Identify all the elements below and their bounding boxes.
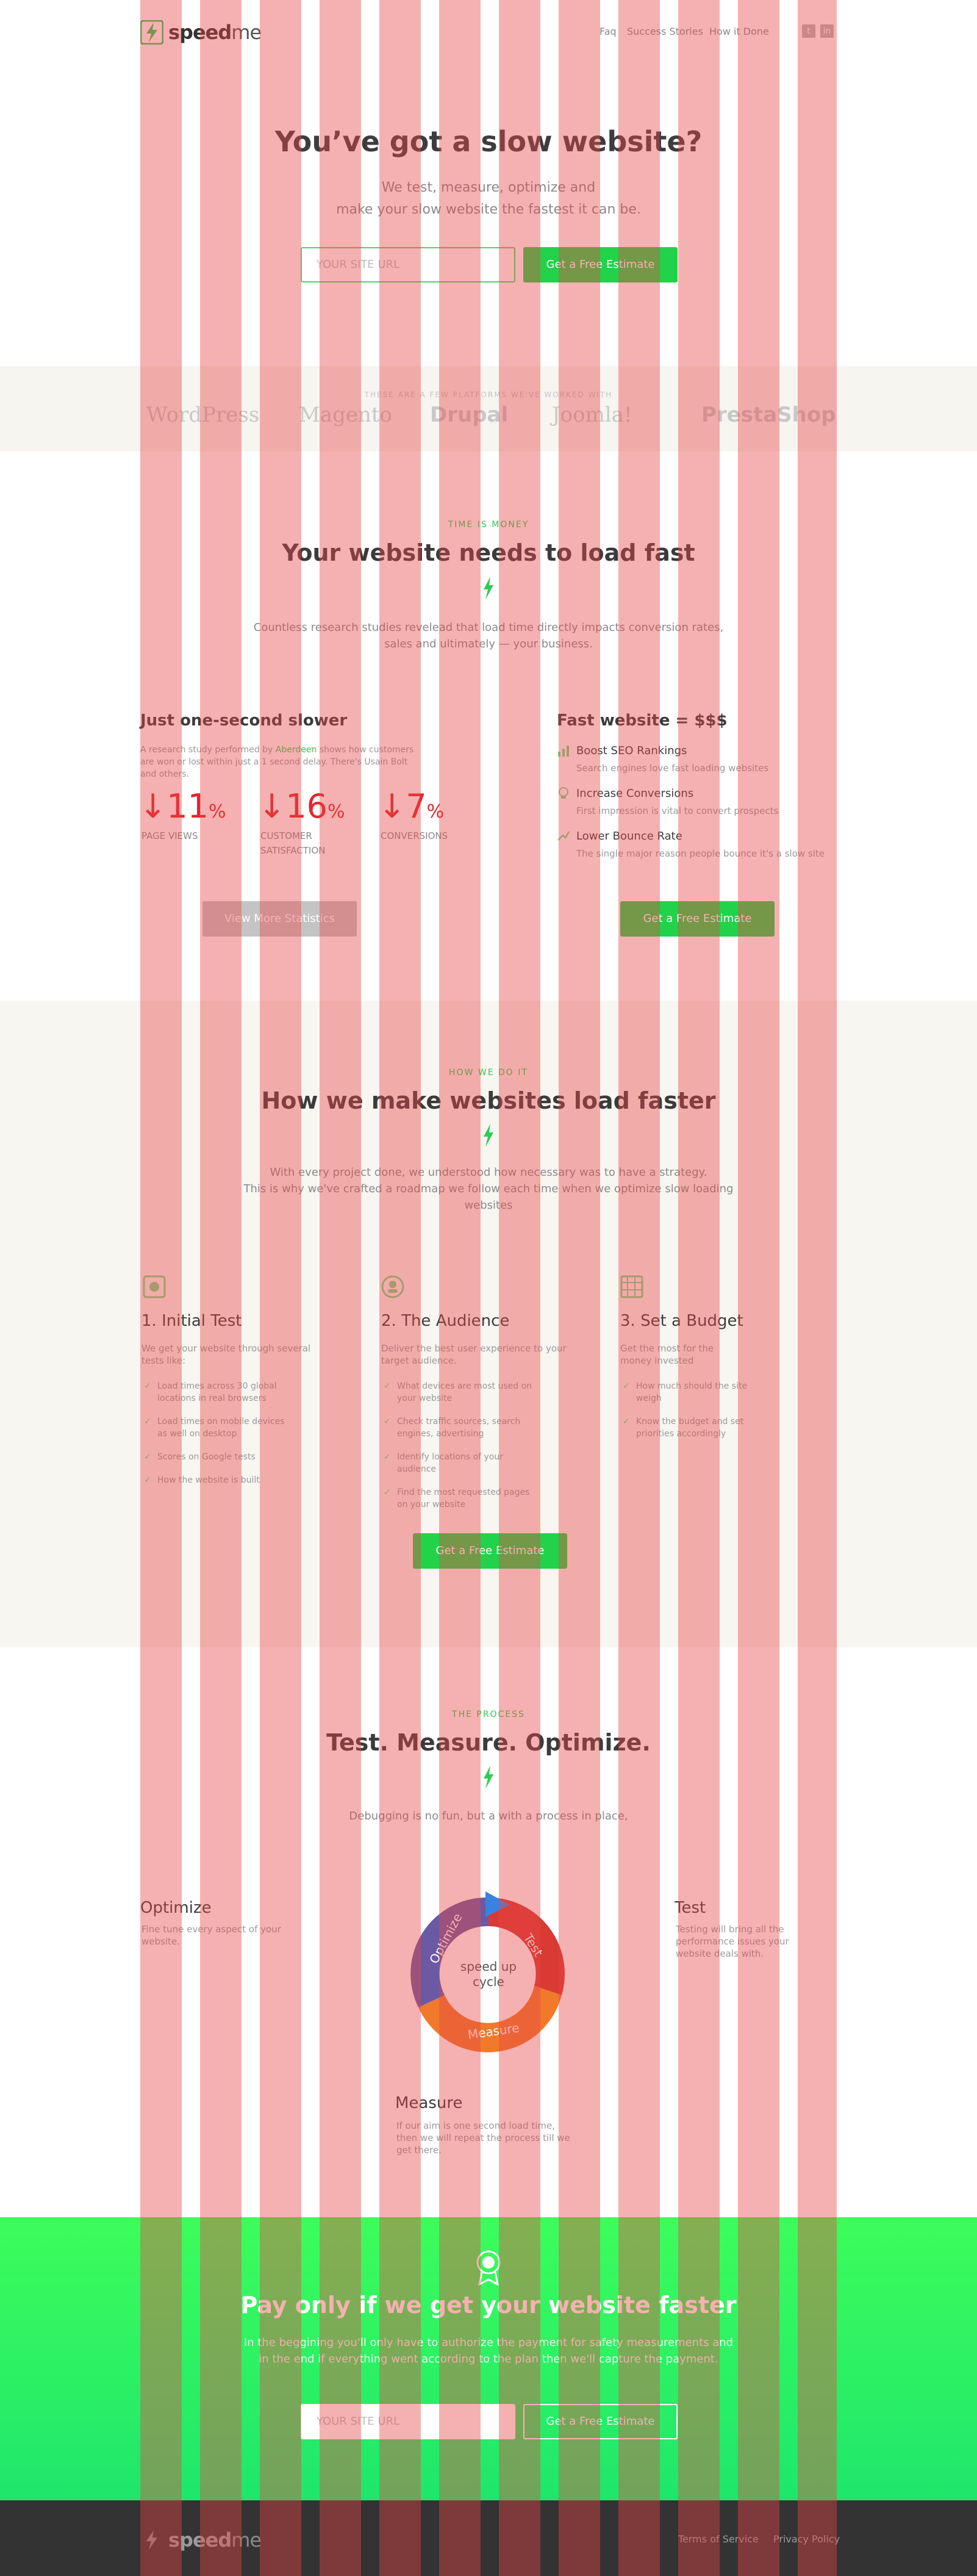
stat-customer-satisfaction-label: CUSTOMER SATISFACTION	[260, 830, 326, 856]
budget-icon	[620, 1275, 643, 1298]
privacy-link[interactable]: Privacy Policy	[773, 2533, 840, 2545]
nav-how-it-done[interactable]: How it Done	[709, 26, 769, 37]
list-item: Scores on Google tests	[144, 1451, 296, 1463]
step-audience-list: What devices are most used on your websi…	[384, 1380, 536, 1522]
step-budget-title: 3. Set a Budget	[620, 1312, 743, 1330]
drupal-logo: Drupal	[430, 403, 509, 427]
slow-text: A research study performed by Aberdeen s…	[140, 745, 414, 779]
how-estimate-button[interactable]: Get a Free Estimate	[413, 1533, 567, 1569]
partners-label: THESE ARE A FEW PLATFORMS WE'VE WORKED W…	[364, 390, 613, 399]
terms-link[interactable]: Terms of Service	[678, 2533, 759, 2545]
fast-estimate-button[interactable]: Get a Free Estimate	[620, 901, 775, 937]
how-title: How we make websites load faster	[261, 1087, 716, 1114]
process-kicker: THE PROCESS	[452, 1710, 525, 1719]
cycle-center-line2: cycle	[473, 1974, 504, 1989]
test-title: Test	[675, 1899, 706, 1917]
audience-icon	[381, 1275, 404, 1298]
hero-subtitle: We test, measure, optimize and make your…	[336, 180, 641, 217]
speed-cycle-diagram: speed up cycle Optimize Test Measure	[410, 1891, 565, 2053]
list-item: Check traffic sources, search engines, a…	[384, 1416, 536, 1440]
site-url-input[interactable]: YOUR SITE URL	[301, 247, 515, 282]
slow-title: Just one-second slower	[140, 711, 348, 730]
band-site-url-input[interactable]: YOUR SITE URL	[301, 2404, 515, 2439]
feature-seo-title: Boost SEO Rankings	[576, 744, 687, 757]
stat-page-views: ↓11%	[139, 787, 226, 826]
stat-conversions: ↓7%	[378, 787, 445, 826]
list-item: Load times on mobile devices as well on …	[144, 1416, 296, 1440]
stat-conversions-label: CONVERSIONS	[381, 830, 448, 841]
feature-conversions-title: Increase Conversions	[576, 787, 694, 800]
process-title: Test. Measure. Optimize.	[326, 1729, 651, 1756]
award-icon	[476, 2250, 501, 2286]
cycle-center-line1: speed up	[460, 1959, 517, 1974]
aberdeen-link[interactable]: Aberdeen	[276, 745, 317, 755]
money-title: Your website needs to load fast	[282, 539, 695, 566]
nav-faq[interactable]: Faq	[599, 26, 617, 37]
bolt-icon	[484, 1766, 493, 1789]
how-kicker: HOW WE DO IT	[449, 1068, 528, 1078]
feature-seo-text: Search engines love fast loading website…	[576, 763, 769, 774]
footer-logo[interactable]: speedme	[140, 2526, 262, 2554]
twitter-icon[interactable]: t	[802, 24, 815, 38]
feature-bounce-title: Lower Bounce Rate	[576, 830, 682, 843]
step-initial-test-title: 1. Initial Test	[141, 1312, 242, 1330]
band-text: In the beggining you'll only have to aut…	[243, 2336, 734, 2366]
list-item: How much should the site weigh	[623, 1380, 763, 1405]
optimize-text: Fine tune every aspect of your website.	[141, 1924, 281, 1947]
list-item: Load times across 30 global locations in…	[144, 1380, 296, 1405]
bolt-icon	[484, 1124, 493, 1147]
list-item: How the website is built	[144, 1474, 296, 1486]
process-text: Debugging is no fun, but a with a proces…	[349, 1810, 628, 1822]
stat-customer-satisfaction: ↓16%	[258, 787, 345, 826]
joomla-logo: Joomla!	[552, 403, 632, 427]
fast-title: Fast website = $$$	[557, 711, 728, 730]
page: speedme Faq Success Stories How it Done …	[0, 0, 977, 2576]
test-icon	[143, 1275, 166, 1298]
conversion-icon	[559, 787, 568, 799]
linkedin-icon[interactable]: in	[820, 24, 834, 38]
measure-title: Measure	[395, 2094, 463, 2112]
feature-conversions-text: First impression is vital to convert pro…	[576, 805, 779, 816]
list-item: Find the most requested pages on your we…	[384, 1486, 536, 1511]
optimize-title: Optimize	[140, 1899, 212, 1917]
bolt-logo-icon	[140, 20, 163, 45]
list-item: Identify locations of your audience	[384, 1451, 536, 1475]
logo[interactable]: speedme	[140, 18, 262, 46]
money-text: Countless research studies revelead that…	[253, 621, 724, 650]
step-audience-title: 2. The Audience	[381, 1312, 510, 1330]
prestashop-logo: PrestaShop	[701, 403, 836, 427]
wordpress-logo: WordPress	[146, 403, 260, 427]
how-text: With every project done, we understood h…	[243, 1166, 734, 1212]
bolt-logo-icon	[146, 2530, 157, 2550]
footer-logo-text: speedme	[168, 2528, 262, 2552]
test-text: Testing will bring all the performance i…	[676, 1924, 789, 1959]
bolt-icon	[484, 577, 493, 600]
hero-estimate-button[interactable]: Get a Free Estimate	[523, 247, 678, 282]
hero-title: You’ve got a slow website?	[274, 125, 703, 158]
measure-text: If our aim is one second load time, then…	[396, 2120, 570, 2156]
nav-success-stories[interactable]: Success Stories	[627, 26, 703, 37]
view-statistics-button[interactable]: View More Statistics	[202, 901, 357, 937]
step-initial-test-intro: We get your website through several test…	[141, 1343, 311, 1366]
list-item: Know the budget and set priorities accor…	[623, 1416, 763, 1440]
bounce-icon	[557, 831, 570, 841]
feature-bounce-text: The single major reason people bounce it…	[576, 848, 825, 859]
money-kicker: TIME IS MONEY	[448, 520, 529, 530]
band-estimate-button[interactable]: Get a Free Estimate	[523, 2404, 678, 2439]
stat-page-views-label: PAGE VIEWS	[141, 830, 198, 841]
magento-logo: Magento	[299, 403, 392, 427]
seo-chart-icon	[558, 746, 569, 757]
band-title: Pay only if we get your website faster	[240, 2292, 737, 2319]
step-budget-intro: Get the most for the money invested	[620, 1343, 714, 1366]
step-audience-intro: Deliver the best user experience to your…	[381, 1343, 567, 1366]
logo-text: speedme	[168, 21, 262, 44]
step-initial-test-list: Load times across 30 global locations in…	[144, 1380, 296, 1497]
step-budget-list: How much should the site weigh Know the …	[623, 1380, 763, 1451]
list-item: What devices are most used on your websi…	[384, 1380, 536, 1405]
